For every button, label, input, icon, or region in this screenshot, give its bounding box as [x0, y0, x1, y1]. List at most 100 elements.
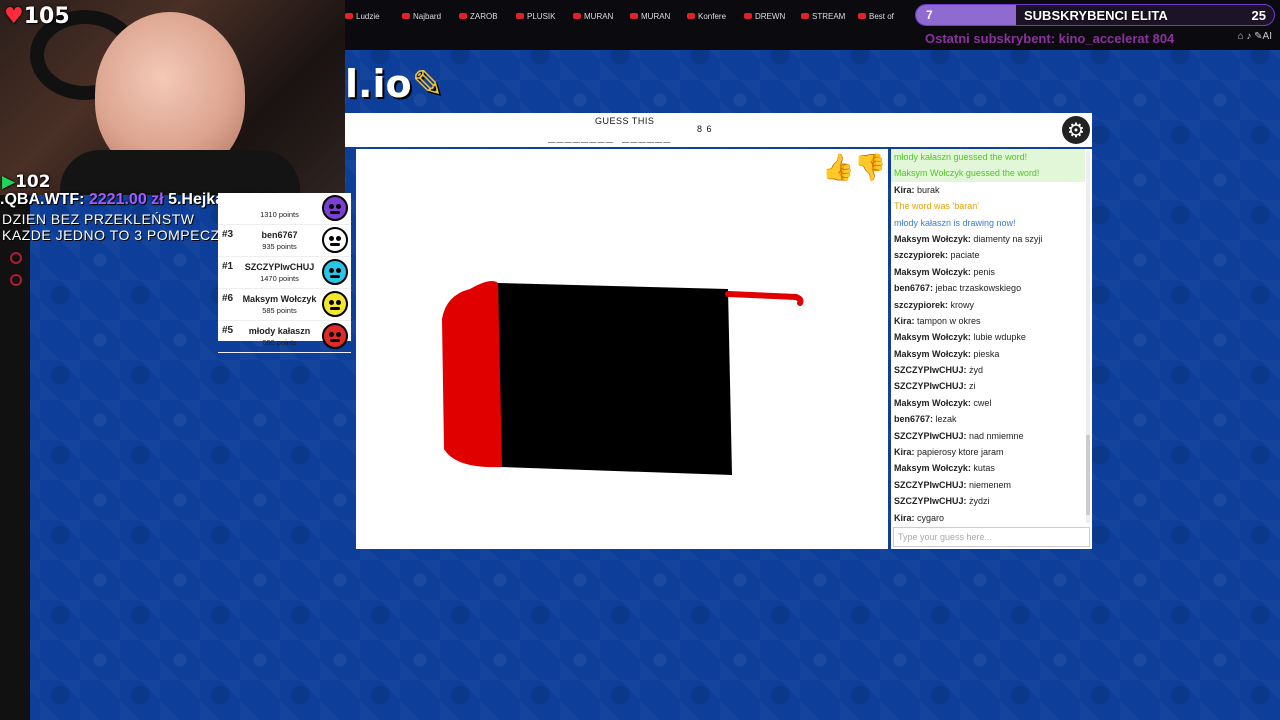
game-logo: l.io✎ [345, 62, 443, 106]
avatar [322, 323, 348, 349]
chat-messages: młody kałaszn guessed the word! Maksym Wo… [891, 149, 1085, 525]
chat-author: Kira: [894, 315, 915, 326]
youtube-icon [402, 13, 410, 19]
circle-icon[interactable] [10, 274, 22, 286]
top-icons[interactable]: ⌂ ♪ ✎AI [1238, 31, 1272, 42]
player-list: 1310 points #3 ben6767 935 points #1 SZCZYPIw… [218, 193, 351, 353]
bookmark-item[interactable]: ZAROB [459, 9, 516, 23]
thumbs-down-icon[interactable]: 👎 [854, 152, 886, 182]
chat-text: zi [966, 381, 976, 392]
chat-message: SZCZYPIwCHUJ: zi [891, 378, 1085, 394]
chat-message: Maksym Wołczyk: cwel [891, 395, 1085, 411]
youtube-icon [801, 13, 809, 19]
drawing-canvas[interactable]: 👍 👎 [356, 149, 888, 549]
hearts-value: 105 [23, 4, 70, 29]
player-row[interactable]: #6 Maksym Wołczyk 585 points [218, 289, 351, 321]
bookmark-label: MURAN [641, 11, 671, 21]
player-name: Maksym Wołczyk [242, 294, 317, 304]
youtube-icon [630, 13, 638, 19]
chat-text: żyd [966, 365, 984, 376]
ticker-amount: 2221.00 zł [88, 191, 164, 208]
avatar [322, 195, 348, 221]
bookmark-item[interactable]: DREWN [744, 9, 801, 23]
chat-author: SZCZYPIwCHUJ: [894, 365, 967, 376]
word-hint: ________ ______ [548, 129, 672, 143]
thumbs-up-icon[interactable]: 👍 [822, 152, 854, 182]
youtube-icon [516, 13, 524, 19]
bookmark-item[interactable]: Ludzie [345, 9, 402, 23]
chat-author: Kira: [894, 447, 915, 458]
chat-message: Kira: burak [891, 182, 1085, 198]
chat-scrollbar[interactable] [1086, 151, 1090, 523]
gear-icon[interactable]: ⚙ [1062, 116, 1090, 144]
chat-author: Maksym Wołczyk: [894, 233, 971, 244]
chat-message: Kira: tampon w okres [891, 313, 1085, 329]
bookmark-item[interactable]: Best of [858, 9, 915, 23]
chat-message: szczypiorek: paciate [891, 247, 1085, 263]
avatar-feature [330, 307, 340, 310]
player-row[interactable]: #1 SZCZYPIwCHUJ 1470 points [218, 257, 351, 289]
avatar-feature [329, 268, 334, 273]
chat-message: SZCZYPIwCHUJ: nad nmiemne [891, 428, 1085, 444]
drawing-red-tip [442, 281, 502, 468]
chat-text: żydzi [966, 496, 990, 507]
avatar-feature [330, 211, 340, 214]
chat-text: lubie wdupke [970, 332, 1026, 343]
game-header: GUESS THIS ________ ______ 8 6 ⚙ [345, 113, 1092, 147]
chat-panel: młody kałaszn guessed the word! Maksym Wo… [891, 149, 1092, 549]
chat-author: SZCZYPIwCHUJ: [894, 430, 967, 441]
chat-author: SZCZYPIwCHUJ: [894, 479, 967, 490]
chat-message: Maksym Wołczyk: kutas [891, 460, 1085, 476]
chat-text: krowy [948, 299, 975, 310]
chat-author: Maksym Wołczyk: [894, 332, 971, 343]
chat-author: Maksym Wołczyk: [894, 266, 971, 277]
sub-goal: 25 [1251, 8, 1266, 23]
chat-author: SZCZYPIwCHUJ: [894, 496, 967, 507]
hearts-counter: ♥105 [4, 4, 70, 29]
bookmark-label: Best of [869, 11, 894, 21]
bookmark-item[interactable]: MURAN [573, 9, 630, 23]
player-name: ben6767 [261, 230, 298, 240]
chat-author: Kira: [894, 184, 915, 195]
chat-text: młody kałaszn guessed the word! [894, 152, 1028, 162]
player-row[interactable]: #5 młody kałaszn 660 points [218, 321, 351, 353]
followers-counter: ▶102 [2, 172, 51, 192]
bookmark-item[interactable]: STREAM [801, 9, 858, 23]
avatar-feature [336, 204, 341, 209]
heart-icon: ♥ [4, 4, 24, 29]
followers-value: 102 [15, 172, 51, 192]
player-name: młody kałaszn [248, 326, 311, 336]
logo-text: l.io [345, 62, 412, 106]
chat-message: Maksym Wołczyk: lubie wdupke [891, 329, 1085, 345]
avatar-feature [336, 300, 341, 305]
guess-input[interactable] [893, 527, 1090, 547]
chat-text: cygaro [914, 512, 945, 523]
bookmark-item[interactable]: Najbard [402, 9, 459, 23]
player-rank: #3 [222, 229, 234, 240]
chat-message: Kira: papierosy ktore jaram [891, 444, 1085, 460]
chat-text: młody kałaszn is drawing now! [894, 217, 1016, 228]
avatar [322, 227, 348, 253]
chat-message: młody kałaszn guessed the word! [891, 149, 1085, 166]
player-score: 1470 points [260, 274, 299, 283]
player-name: SZCZYPIwCHUJ [244, 262, 315, 272]
youtube-icon [459, 13, 467, 19]
bookmark-item[interactable]: Konfere [687, 9, 744, 23]
chat-text: burak [914, 184, 940, 195]
play-icon: ▶ [2, 172, 16, 192]
avatar-feature [329, 204, 334, 209]
bookmark-label: DREWN [755, 11, 786, 21]
avatar [322, 259, 348, 285]
bookmark-label: STREAM [812, 11, 846, 21]
chat-text: Maksym Wołczyk guessed the word! [894, 168, 1040, 179]
player-row[interactable]: 1310 points [218, 193, 351, 225]
chat-scrollbar-thumb[interactable] [1086, 435, 1090, 515]
player-row[interactable]: #3 ben6767 935 points [218, 225, 351, 257]
bookmark-item[interactable]: MURAN [630, 9, 687, 23]
chat-message: ben6767: jebac trzaskowskiego [891, 280, 1085, 296]
chat-author: Maksym Wołczyk: [894, 348, 971, 359]
avatar-feature [329, 300, 334, 305]
chat-text: pieska [970, 348, 1000, 359]
circle-icon[interactable] [10, 252, 22, 264]
bookmark-item[interactable]: PLUSIK [516, 9, 573, 23]
